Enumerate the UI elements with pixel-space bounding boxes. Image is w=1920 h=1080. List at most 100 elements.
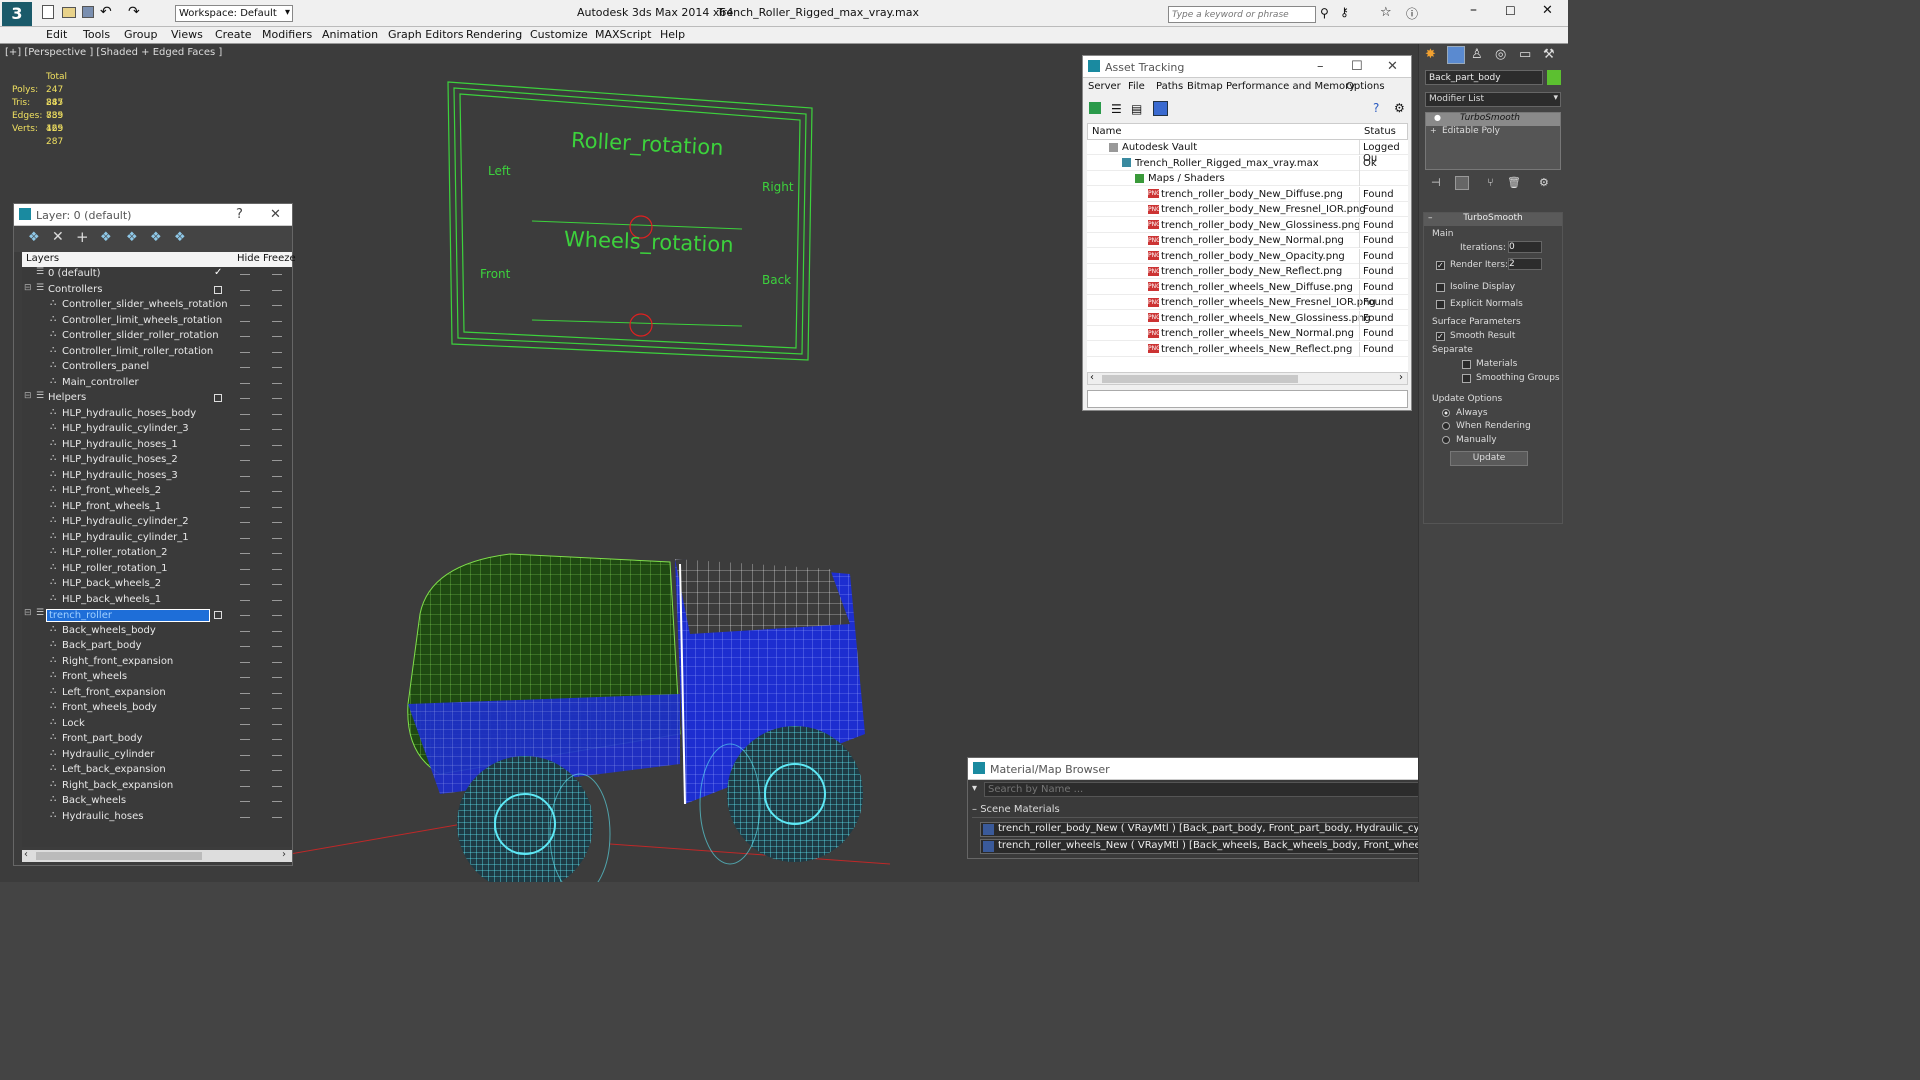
binoculars-icon[interactable]: ⚲ xyxy=(1320,6,1329,20)
stack-item-turbosmooth[interactable]: ● TurboSmooth xyxy=(1426,113,1560,126)
maximize-icon[interactable]: ☐ xyxy=(1505,4,1516,18)
object-name-field[interactable] xyxy=(1425,70,1543,85)
minimize-icon[interactable]: – xyxy=(1470,2,1477,18)
render-iters-checkbox[interactable]: ✓ xyxy=(1436,261,1445,270)
menu-views[interactable]: Views xyxy=(171,28,203,41)
hide-toggle[interactable] xyxy=(240,754,250,756)
asset-row[interactable]: PNGtrench_roller_body_New_Reflect.png Fou… xyxy=(1087,264,1408,279)
freeze-toggle[interactable] xyxy=(272,305,282,306)
close-icon[interactable]: ✕ xyxy=(1387,59,1398,74)
asset-row[interactable]: Trench_Roller_Rigged_max_vray.max Ok xyxy=(1087,155,1408,171)
freeze-toggle[interactable] xyxy=(272,584,282,585)
freeze-toggle[interactable] xyxy=(272,475,282,477)
freeze-toggle[interactable] xyxy=(272,460,282,461)
layer-row[interactable]: ⛬ Back_part_body xyxy=(22,639,290,654)
freeze-toggle[interactable] xyxy=(272,801,282,802)
list-view-icon[interactable]: ☰ xyxy=(1111,102,1122,116)
asset-row[interactable]: PNGtrench_roller_wheels_New_Glossiness.p… xyxy=(1087,310,1408,326)
hide-toggle[interactable] xyxy=(240,336,250,337)
app-logo[interactable]: 3 xyxy=(2,2,32,26)
hide-toggle[interactable] xyxy=(240,553,250,554)
stack-item-editable-poly[interactable]: + Editable Poly xyxy=(1426,126,1560,139)
highlight-layer-icon[interactable]: ❖ xyxy=(126,230,138,245)
minimize-icon[interactable]: – xyxy=(1317,59,1324,74)
delete-layer-icon[interactable]: ✕ xyxy=(52,229,64,245)
maximize-icon[interactable]: ☐ xyxy=(1351,59,1363,74)
hide-toggle[interactable] xyxy=(240,801,250,802)
asset-menu-bitmap[interactable]: Bitmap Performance and Memory xyxy=(1187,81,1355,92)
freeze-toggle[interactable] xyxy=(272,537,282,539)
hide-toggle[interactable] xyxy=(240,320,250,322)
layer-row[interactable]: ⛬ HLP_hydraulic_cylinder_1 xyxy=(22,531,290,546)
layer-row[interactable]: ⛬ Right_back_expansion xyxy=(22,779,290,794)
layer-row[interactable]: ⛬ HLP_front_wheels_1 xyxy=(22,500,290,515)
menu-rendering[interactable]: Rendering xyxy=(466,28,522,41)
hide-toggle[interactable] xyxy=(240,289,250,291)
refresh-icon[interactable] xyxy=(1089,102,1101,114)
freeze-toggle[interactable] xyxy=(272,646,282,647)
collapse-icon[interactable]: – xyxy=(972,804,980,815)
asset-menu-server[interactable]: Server xyxy=(1088,81,1121,92)
freeze-toggle[interactable] xyxy=(272,677,282,678)
layer-row[interactable]: ⛬ HLP_back_wheels_1 xyxy=(22,593,290,608)
new-file-icon[interactable] xyxy=(42,5,54,19)
asset-row[interactable]: Autodesk Vault Logged Ou xyxy=(1087,140,1408,164)
utilities-tab-icon[interactable]: ⚒ xyxy=(1543,47,1555,62)
current-layer-toggle[interactable] xyxy=(214,285,222,294)
add-to-layer-icon[interactable]: + xyxy=(76,228,89,246)
freeze-toggle[interactable] xyxy=(272,599,282,601)
scroll-right-icon[interactable]: › xyxy=(282,849,286,860)
settings-icon[interactable]: ⚙ xyxy=(1394,101,1405,115)
layer-row[interactable]: ⛬ Front_wheels xyxy=(22,670,290,685)
asset-path-field[interactable] xyxy=(1087,390,1408,408)
update-button[interactable]: Update xyxy=(1450,451,1528,466)
lightbulb-icon[interactable]: ● xyxy=(1434,113,1441,122)
layer-manager-window[interactable]: Layer: 0 (default) ? ✕ ❖ ✕ + ❖ ❖ ❖ ❖ Lay… xyxy=(13,203,296,866)
hide-toggle[interactable] xyxy=(240,475,250,477)
make-unique-icon[interactable]: ⑂ xyxy=(1487,176,1494,189)
hide-toggle[interactable] xyxy=(240,274,250,275)
layer-row[interactable]: ⛬ HLP_hydraulic_cylinder_2 xyxy=(22,515,290,530)
redo-icon[interactable]: ↷ xyxy=(128,4,140,20)
hide-toggle[interactable] xyxy=(240,444,250,446)
layer-row[interactable]: ⛬ Hydraulic_hoses xyxy=(22,810,290,825)
layer-row[interactable]: ⛬ HLP_hydraulic_hoses_2 xyxy=(22,453,290,468)
layer-row[interactable]: ⛬ Front_part_body xyxy=(22,732,290,747)
help-icon[interactable]: ? xyxy=(236,207,243,222)
hide-toggle[interactable] xyxy=(240,785,250,787)
menu-maxscript[interactable]: MAXScript xyxy=(595,28,651,41)
rollout-header[interactable]: – TurboSmooth xyxy=(1424,213,1562,226)
freeze-toggle[interactable] xyxy=(272,708,282,709)
asset-horizontal-scrollbar[interactable]: ‹ › xyxy=(1087,372,1408,385)
freeze-toggle[interactable] xyxy=(272,568,282,570)
scroll-left-icon[interactable]: ‹ xyxy=(24,849,28,860)
select-in-layer-icon[interactable]: ❖ xyxy=(100,230,112,245)
freeze-toggle[interactable] xyxy=(272,429,282,430)
hide-toggle[interactable] xyxy=(240,429,250,430)
hide-toggle[interactable] xyxy=(240,537,250,539)
asset-window-header[interactable]: Asset Tracking – ☐ ✕ xyxy=(1083,56,1411,78)
hide-toggle[interactable] xyxy=(240,692,250,694)
help-icon[interactable]: ? xyxy=(1373,101,1379,115)
expand-icon[interactable]: ⊟ xyxy=(24,283,32,293)
layer-row[interactable]: ⊟ ☰ trench_roller xyxy=(22,608,290,623)
asset-row[interactable]: PNGtrench_roller_wheels_New_Diffuse.png F… xyxy=(1087,279,1408,295)
star-icon[interactable]: ☆ xyxy=(1380,5,1392,20)
layer-row[interactable]: ⛬ HLP_back_wheels_2 xyxy=(22,577,290,592)
menu-edit[interactable]: Edit xyxy=(46,28,67,41)
freeze-toggle[interactable] xyxy=(272,398,282,399)
modify-tab-icon[interactable] xyxy=(1447,46,1465,64)
freeze-toggle[interactable] xyxy=(272,816,282,818)
layer-row[interactable]: ⊟ ☰ Controllers xyxy=(22,283,290,298)
column-status[interactable]: Status xyxy=(1364,126,1396,137)
explicit-normals-checkbox[interactable] xyxy=(1436,300,1445,309)
asset-row[interactable]: PNGtrench_roller_body_New_Diffuse.png Fou… xyxy=(1087,186,1408,202)
asset-row[interactable]: Maps / Shaders xyxy=(1087,171,1408,186)
freeze-toggle[interactable] xyxy=(272,661,282,663)
asset-tracking-window[interactable]: Asset Tracking – ☐ ✕ Server File Paths B… xyxy=(1082,55,1412,411)
layer-row[interactable]: ⛬ Hydraulic_cylinder xyxy=(22,748,290,763)
hide-toggle[interactable] xyxy=(240,708,250,709)
freeze-toggle[interactable] xyxy=(272,289,282,291)
layer-row[interactable]: ⛬ HLP_hydraulic_hoses_body xyxy=(22,407,290,422)
freeze-toggle[interactable] xyxy=(272,444,282,446)
